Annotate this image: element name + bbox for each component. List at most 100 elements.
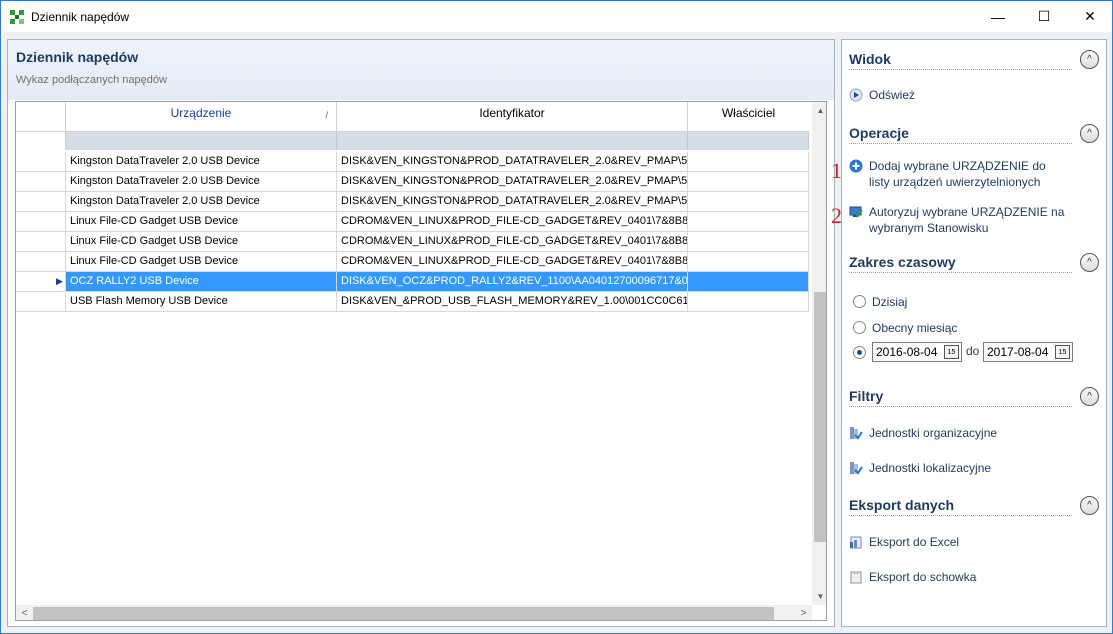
cell-identifier[interactable]: CDROM&VEN_LINUX&PROD_FILE-CD_GADGET&REV_… (337, 232, 688, 252)
cell-owner[interactable] (688, 212, 809, 232)
radio-range[interactable] (853, 346, 866, 359)
export-excel-label: Eksport do Excel (869, 535, 960, 549)
cell-identifier[interactable]: DISK&VEN_KINGSTON&PROD_DATATRAVELER_2.0&… (337, 152, 688, 172)
collapse-eksport-button[interactable]: ^ (1080, 496, 1099, 515)
vertical-scroll-thumb[interactable] (814, 292, 826, 542)
vertical-scrollbar[interactable]: ▲ ▼ (812, 102, 826, 605)
filter-loc-units-action[interactable]: Jednostki lokalizacyjne (849, 460, 991, 476)
window-title: Dziennik napędów (31, 10, 130, 24)
row-selector[interactable] (16, 172, 66, 192)
cell-identifier[interactable]: DISK&VEN_KINGSTON&PROD_DATATRAVELER_2.0&… (337, 192, 688, 212)
cell-device[interactable]: Linux File-CD Gadget USB Device (66, 252, 337, 272)
radio-today[interactable] (853, 295, 866, 308)
authorize-device-label: Autoryzuj wybrane URZĄDZENIE na wybranym… (869, 205, 1065, 235)
filter-cell-identifier[interactable] (337, 132, 688, 150)
table-row[interactable]: ▶ OCZ RALLY2 USB Device DISK&VEN_OCZ&PROD_… (16, 272, 809, 292)
cell-identifier[interactable]: CDROM&VEN_LINUX&PROD_FILE-CD_GADGET&REV_… (337, 252, 688, 272)
cell-owner[interactable] (688, 172, 809, 192)
table-row[interactable]: Kingston DataTraveler 2.0 USB Device DISK… (16, 172, 809, 192)
authorize-device-action[interactable]: Autoryzuj wybrane URZĄDZENIE na wybranym… (849, 204, 1069, 236)
filter-cell-selector (16, 132, 66, 150)
row-selector[interactable] (16, 292, 66, 312)
date-from-field[interactable]: 2016-08-04 15 (872, 342, 962, 362)
column-header-device[interactable]: Urządzenie / (66, 102, 337, 132)
filter-row (16, 132, 809, 150)
row-selector[interactable] (16, 152, 66, 172)
cell-identifier[interactable]: DISK&VEN_OCZ&PROD_RALLY2&REV_1100\AA0401… (337, 272, 688, 292)
cell-device[interactable]: Kingston DataTraveler 2.0 USB Device (66, 152, 337, 172)
add-device-label: Dodaj wybrane URZĄDZENIE do listy urządz… (869, 159, 1046, 189)
radio-today-label: Dzisiaj (872, 295, 908, 309)
cell-identifier[interactable]: DISK&VEN_&PROD_USB_FLASH_MEMORY&REV_1.00… (337, 292, 688, 312)
devices-grid[interactable]: Urządzenie / Identyfikator Właściciel Ki… (15, 101, 827, 621)
table-row[interactable]: Kingston DataTraveler 2.0 USB Device DISK… (16, 192, 809, 212)
cell-device[interactable]: USB Flash Memory USB Device (66, 292, 337, 312)
radio-month-label: Obecny miesiąc (872, 321, 958, 335)
filter-loc-units-label: Jednostki lokalizacyjne (869, 461, 992, 475)
scroll-down-icon[interactable]: ▼ (812, 588, 826, 605)
filter-cell-device[interactable] (66, 132, 337, 150)
collapse-zakres-button[interactable]: ^ (1080, 253, 1099, 272)
section-title-zakres: Zakres czasowy (849, 254, 956, 270)
date-to-field[interactable]: 2017-08-04 15 (983, 342, 1073, 362)
filter-cell-owner[interactable] (688, 132, 809, 150)
column-header-owner-label: Właściciel (721, 106, 776, 120)
title-bar: Dziennik napędów — ☐ ✕ (1, 1, 1112, 32)
cell-device[interactable]: Kingston DataTraveler 2.0 USB Device (66, 192, 337, 212)
row-selector[interactable] (16, 232, 66, 252)
cell-identifier[interactable]: DISK&VEN_KINGSTON&PROD_DATATRAVELER_2.0&… (337, 172, 688, 192)
cell-owner[interactable] (688, 292, 809, 312)
cell-owner[interactable] (688, 272, 809, 292)
section-title-operacje: Operacje (849, 125, 909, 141)
table-row[interactable]: Linux File-CD Gadget USB Device CDROM&VEN… (16, 252, 809, 272)
row-selector[interactable] (16, 252, 66, 272)
calendar-icon[interactable]: 15 (1055, 345, 1070, 359)
row-selector[interactable] (16, 192, 66, 212)
sort-icon: / (325, 110, 328, 120)
table-row[interactable]: USB Flash Memory USB Device DISK&VEN_&PRO… (16, 292, 809, 312)
close-button[interactable]: ✕ (1067, 1, 1113, 32)
grid-header: Urządzenie / Identyfikator Właściciel (16, 102, 809, 132)
cell-owner[interactable] (688, 152, 809, 172)
cell-device[interactable]: Linux File-CD Gadget USB Device (66, 232, 337, 252)
date-from-value: 2016-08-04 (876, 345, 938, 359)
cell-device[interactable]: OCZ RALLY2 USB Device (66, 272, 337, 292)
column-header-device-label: Urządzenie (170, 106, 232, 120)
column-header-identifier[interactable]: Identyfikator (337, 102, 688, 132)
column-header-identifier-label: Identyfikator (479, 106, 545, 120)
scroll-up-icon[interactable]: ▲ (812, 102, 826, 119)
divider (849, 515, 1072, 516)
cell-device[interactable]: Linux File-CD Gadget USB Device (66, 212, 337, 232)
collapse-widok-button[interactable]: ^ (1080, 50, 1099, 69)
calendar-icon[interactable]: 15 (944, 345, 959, 359)
section-operacje: Operacje ^ (842, 119, 1106, 147)
scroll-left-icon[interactable]: < (16, 605, 33, 620)
minimize-button[interactable]: — (975, 1, 1021, 32)
cell-owner[interactable] (688, 252, 809, 272)
add-device-action[interactable]: Dodaj wybrane URZĄDZENIE do listy urządz… (849, 158, 1069, 190)
export-excel-action[interactable]: Eksport do Excel (849, 534, 959, 550)
export-clipboard-label: Eksport do schowka (869, 570, 977, 584)
table-row[interactable]: Kingston DataTraveler 2.0 USB Device DISK… (16, 152, 809, 172)
row-selector[interactable] (16, 212, 66, 232)
section-zakres: Zakres czasowy ^ (842, 248, 1106, 276)
maximize-button[interactable]: ☐ (1021, 1, 1067, 32)
cell-device[interactable]: Kingston DataTraveler 2.0 USB Device (66, 172, 337, 192)
export-clipboard-action[interactable]: Eksport do schowka (849, 569, 976, 585)
scroll-right-icon[interactable]: > (795, 605, 812, 620)
filter-org-units-action[interactable]: Jednostki organizacyjne (849, 425, 997, 441)
radio-month[interactable] (853, 321, 866, 334)
cell-owner[interactable] (688, 192, 809, 212)
row-selector[interactable]: ▶ (16, 272, 66, 292)
cell-owner[interactable] (688, 232, 809, 252)
table-row[interactable]: Linux File-CD Gadget USB Device CDROM&VEN… (16, 232, 809, 252)
refresh-action[interactable]: Odśwież (849, 87, 915, 103)
horizontal-scroll-thumb[interactable] (33, 607, 774, 620)
cell-identifier[interactable]: CDROM&VEN_LINUX&PROD_FILE-CD_GADGET&REV_… (337, 212, 688, 232)
date-range-separator: do (966, 344, 980, 358)
table-row[interactable]: Linux File-CD Gadget USB Device CDROM&VEN… (16, 212, 809, 232)
collapse-filtry-button[interactable]: ^ (1080, 387, 1099, 406)
column-header-owner[interactable]: Właściciel (688, 102, 809, 132)
horizontal-scrollbar[interactable]: < > (16, 605, 812, 620)
collapse-operacje-button[interactable]: ^ (1080, 124, 1099, 143)
